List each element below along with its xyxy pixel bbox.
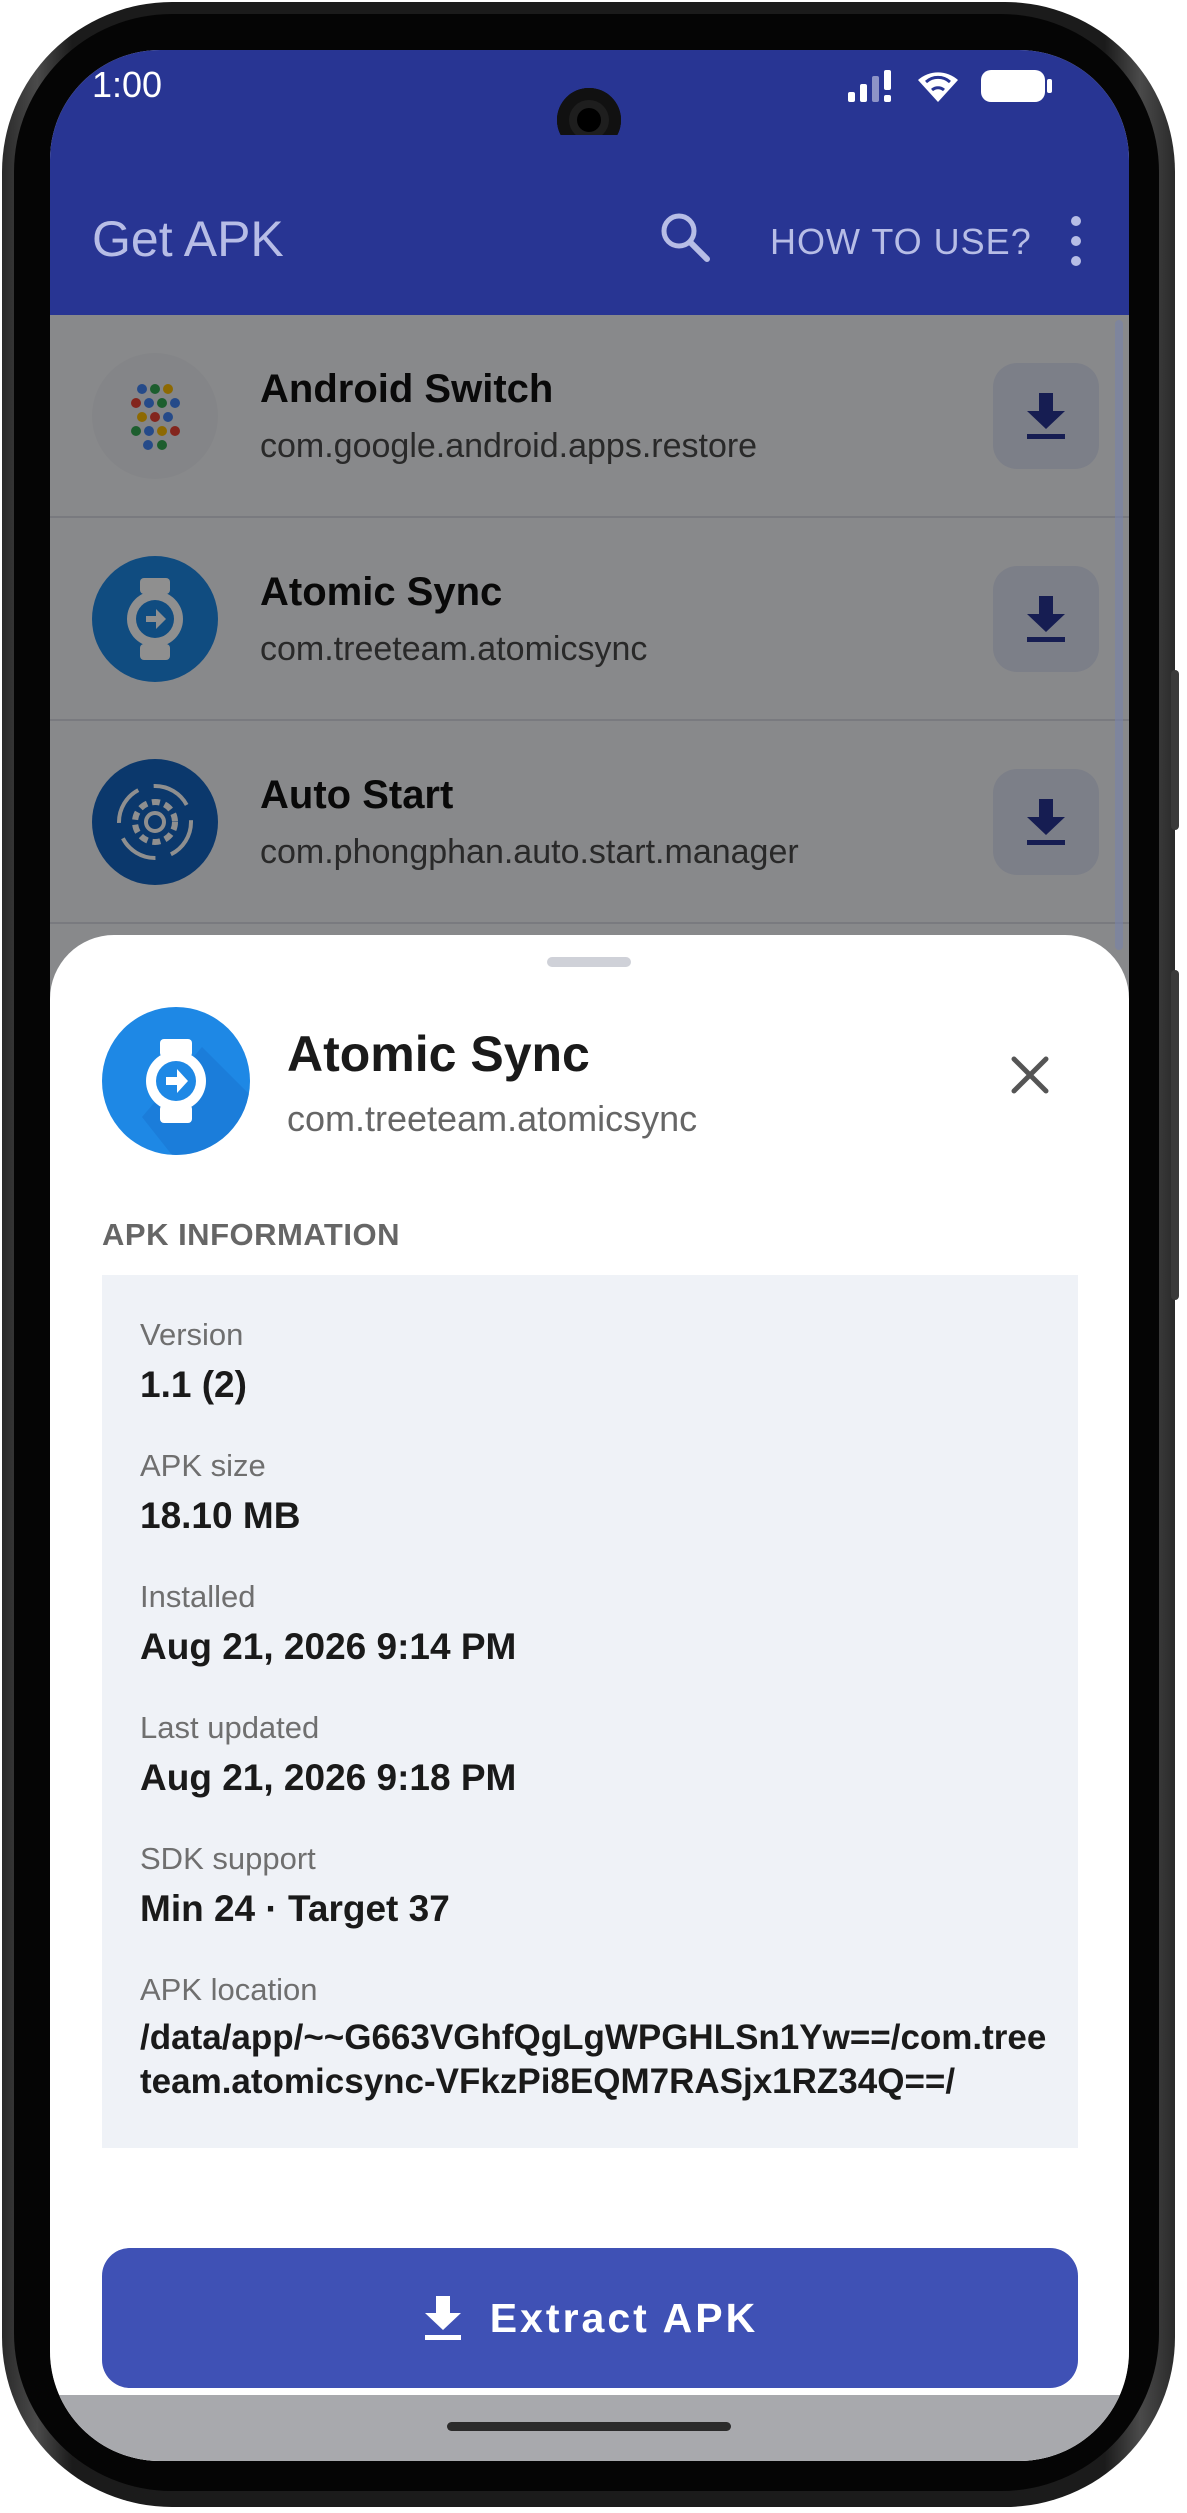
info-version: Version 1.1 (2) [140, 1315, 247, 1409]
how-to-use-button[interactable]: HOW TO USE? [770, 221, 1032, 263]
drag-handle[interactable] [547, 957, 631, 967]
sheet-app-name: Atomic Sync [287, 1026, 590, 1082]
info-apk-location: APK location /data/app/~~G663VGhfQgLgWPG… [140, 1970, 1050, 2104]
screen: 1:00 Get APK HOW TO USE? Android Switch … [50, 50, 1129, 2461]
close-icon[interactable] [1000, 1045, 1060, 1105]
signal-icon [848, 70, 891, 102]
info-value: Aug 21, 2026 9:18 PM [140, 1757, 517, 1798]
home-gesture-pill[interactable] [447, 2422, 731, 2431]
info-installed: Installed Aug 21, 2026 9:14 PM [140, 1577, 516, 1671]
watch-sync-icon [102, 1007, 250, 1155]
more-vert-icon[interactable] [1066, 213, 1086, 269]
info-label: APK size [140, 1448, 266, 1483]
battery-icon [981, 70, 1052, 102]
volume-button [1171, 670, 1179, 830]
power-button [1171, 970, 1179, 1300]
info-value: Aug 21, 2026 9:14 PM [140, 1626, 517, 1667]
info-value: 18.10 MB [140, 1495, 301, 1536]
download-icon [424, 2296, 461, 2340]
info-label: Version [140, 1317, 244, 1352]
app-title: Get APK [92, 211, 284, 267]
info-label: Installed [140, 1579, 256, 1614]
info-value: /data/app/~~G663VGhfQgLgWPGHLSn1Yw==/com… [140, 2018, 1047, 2101]
info-last-updated: Last updated Aug 21, 2026 9:18 PM [140, 1708, 516, 1802]
info-label: SDK support [140, 1841, 316, 1876]
list-scrollbar[interactable] [1115, 320, 1123, 950]
sheet-package-name: com.treeteam.atomicsync [287, 1098, 698, 1139]
search-icon[interactable] [657, 209, 713, 265]
bottom-sheet: Atomic Sync com.treeteam.atomicsync APK … [50, 935, 1129, 2461]
info-value: 1.1 (2) [140, 1364, 247, 1405]
info-sdk-support: SDK support Min 24 · Target 37 [140, 1839, 450, 1933]
app-bar: Get APK HOW TO USE? [50, 135, 1129, 315]
info-label: Last updated [140, 1710, 320, 1745]
info-value: Min 24 · Target 37 [140, 1888, 450, 1929]
info-label: APK location [140, 1972, 318, 2007]
info-apk-size: APK size 18.10 MB [140, 1446, 300, 1540]
extract-apk-button[interactable]: Extract APK [102, 2248, 1078, 2388]
wifi-icon [918, 72, 958, 102]
extract-apk-label: Extract APK [489, 2294, 759, 2341]
apk-info-card: Version 1.1 (2) APK size 18.10 MB Instal… [102, 1275, 1078, 2148]
section-title: APK INFORMATION [102, 1217, 400, 1252]
status-time: 1:00 [92, 64, 163, 105]
status-icons [846, 68, 1054, 104]
